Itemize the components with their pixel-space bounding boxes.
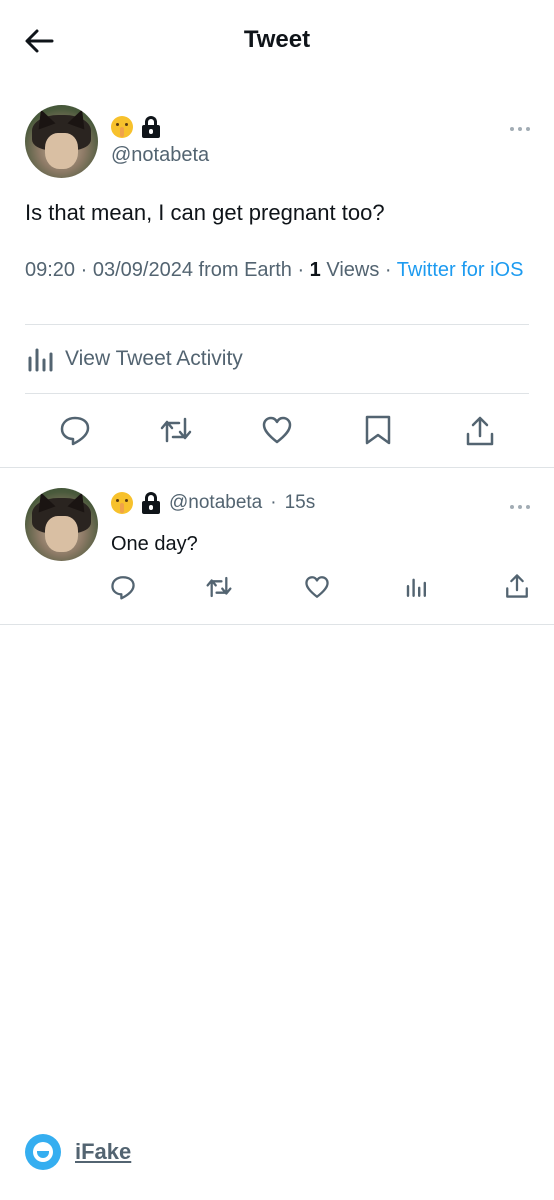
divider [25, 393, 529, 394]
share-icon [506, 574, 528, 598]
retweet-button[interactable] [159, 414, 193, 451]
reply-avatar[interactable] [25, 488, 98, 561]
retweet-button[interactable] [205, 574, 233, 605]
reply-age: 15s [284, 492, 316, 513]
display-name[interactable] [111, 116, 161, 138]
share-button[interactable] [504, 572, 530, 605]
top-bar: Tweet [0, 0, 554, 82]
separator: · [384, 259, 397, 281]
like-icon [262, 416, 292, 444]
reply-icon [111, 576, 135, 600]
share-button[interactable] [464, 414, 496, 453]
avatar-face [45, 132, 78, 170]
separator: · [270, 492, 277, 513]
tweet-text: Is that mean, I can get pregnant too? [25, 200, 385, 225]
retweet-icon [206, 576, 232, 598]
analytics-button[interactable] [404, 574, 428, 605]
reply-text: One day? [111, 533, 198, 555]
reply-handle[interactable]: @notabeta [169, 492, 262, 514]
divider [0, 624, 554, 625]
reply-header: @notabeta · 15s [111, 492, 315, 514]
tweet-meta: 09:20 · 03/09/2024 from Earth · 1 Views … [25, 257, 525, 284]
analytics-icon [406, 578, 426, 597]
more-options-icon[interactable] [510, 126, 532, 132]
lock-icon [141, 116, 161, 138]
watermark: iFake [25, 1134, 131, 1170]
like-button[interactable] [261, 414, 293, 451]
bookmark-icon [365, 415, 391, 445]
separator: · [297, 259, 310, 281]
reply-icon [60, 416, 90, 446]
tweet-source-link[interactable]: Twitter for iOS [397, 259, 524, 281]
ifake-logo-icon [25, 1134, 61, 1170]
tweet-date: 03/09/2024 [92, 259, 193, 281]
tweet-location: from Earth [198, 259, 292, 281]
avatar[interactable] [25, 105, 98, 178]
view-tweet-activity-label: View Tweet Activity [65, 347, 243, 370]
shushing-face-icon [111, 492, 133, 514]
lock-icon [141, 492, 161, 514]
user-handle[interactable]: @notabeta [111, 144, 209, 167]
divider [25, 324, 529, 325]
avatar-face [45, 515, 78, 553]
bookmark-button[interactable] [363, 414, 393, 451]
like-button[interactable] [304, 574, 330, 605]
retweet-icon [160, 417, 192, 443]
analytics-icon [28, 348, 53, 372]
separator: · [80, 259, 93, 281]
reply-button[interactable] [59, 414, 91, 451]
reply-button[interactable] [110, 574, 136, 605]
page-title: Tweet [243, 26, 311, 53]
tweet-time: 09:20 [25, 259, 76, 281]
views-label: Views [326, 259, 380, 281]
watermark-label[interactable]: iFake [75, 1139, 131, 1165]
views-count: 1 [309, 259, 321, 281]
divider [0, 467, 554, 468]
more-options-icon[interactable] [510, 504, 532, 510]
share-icon [466, 416, 494, 446]
like-icon [305, 576, 329, 598]
shushing-face-icon [111, 116, 133, 138]
view-tweet-activity-button[interactable]: View Tweet Activity [25, 340, 529, 378]
